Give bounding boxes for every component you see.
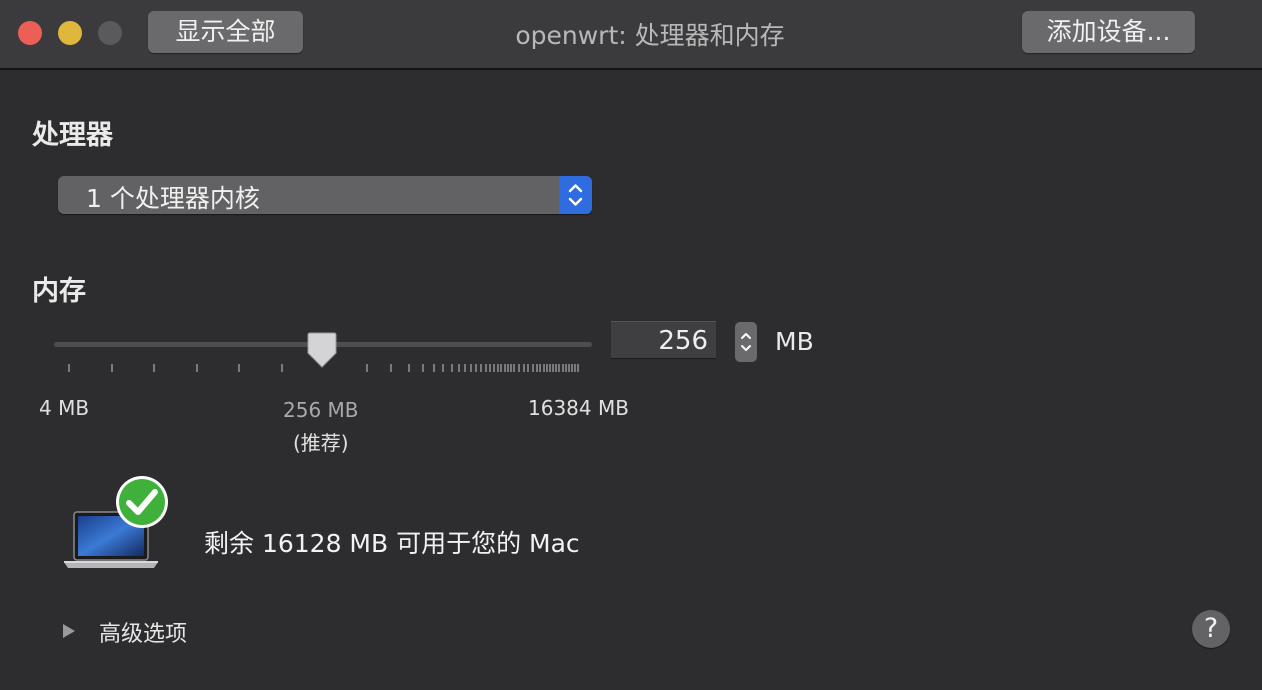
processor-core-select[interactable]: 1 个处理器内核 — [58, 176, 592, 214]
slider-tick — [500, 364, 502, 372]
memory-unit-label: MB — [775, 327, 814, 356]
slider-tick — [408, 364, 410, 372]
slider-tick — [539, 364, 541, 372]
slider-tick — [458, 364, 460, 372]
processor-core-value: 1 个处理器内核 — [86, 184, 260, 213]
slider-tick — [558, 364, 560, 372]
slider-tick — [549, 364, 551, 372]
slider-tick — [485, 364, 487, 372]
zoom-icon[interactable] — [98, 21, 122, 45]
slider-tick — [568, 364, 570, 372]
slider-tick — [536, 364, 538, 372]
slider-tick — [366, 364, 368, 372]
slider-min-label: 4 MB — [39, 396, 90, 420]
slider-tick — [555, 364, 557, 372]
help-button[interactable]: ? — [1192, 610, 1230, 648]
slider-tick — [574, 364, 576, 372]
slider-tick — [470, 364, 472, 372]
advanced-options-toggle[interactable]: 高级选项 — [62, 616, 187, 648]
advanced-options-label: 高级选项 — [99, 622, 188, 647]
slider-tick — [543, 364, 545, 372]
slider-tick — [552, 364, 554, 372]
window-title: openwrt: 处理器和内存 — [515, 21, 785, 50]
laptop-icon — [62, 474, 172, 578]
slider-tick — [577, 364, 579, 372]
slider-thumb-icon[interactable] — [305, 332, 339, 372]
slider-tick — [464, 364, 466, 372]
slider-tick — [532, 364, 534, 372]
slider-tick — [433, 364, 435, 372]
slider-tick — [510, 364, 512, 372]
disclosure-triangle-icon — [62, 620, 76, 645]
memory-value-field[interactable]: 256 — [611, 321, 716, 359]
title-bar: 显示全部 openwrt: 处理器和内存 添加设备... — [0, 0, 1262, 70]
slider-tick — [507, 364, 509, 372]
slider-recommended-note: (推荐) — [293, 431, 349, 455]
slider-tick — [546, 364, 548, 372]
chevron-up-down-icon — [559, 176, 592, 214]
slider-tick — [565, 364, 567, 372]
slider-tick — [489, 364, 491, 372]
checkmark-icon — [116, 476, 168, 528]
slider-recommended-label: 256 MB — [283, 398, 359, 422]
slider-tick — [493, 364, 495, 372]
slider-tick — [518, 364, 520, 372]
slider-tick — [513, 364, 515, 372]
add-device-button[interactable]: 添加设备... — [1022, 11, 1195, 53]
slider-tick — [504, 364, 506, 372]
slider-tick — [196, 364, 198, 372]
close-icon[interactable] — [18, 21, 42, 45]
slider-tick — [238, 364, 240, 372]
stepper-icon[interactable] — [735, 322, 757, 362]
slider-tick — [390, 364, 392, 372]
slider-tick — [68, 364, 70, 372]
slider-tick — [571, 364, 573, 372]
slider-tick — [523, 364, 525, 372]
slider-tick — [562, 364, 564, 372]
remaining-memory-text: 剩余 16128 MB 可用于您的 Mac — [204, 529, 580, 558]
slider-tick — [527, 364, 529, 372]
slider-tick — [422, 364, 424, 372]
show-all-button[interactable]: 显示全部 — [148, 11, 303, 53]
slider-tick — [497, 364, 499, 372]
slider-tick — [475, 364, 477, 372]
processor-heading: 处理器 — [32, 120, 113, 151]
slider-tick — [451, 364, 453, 372]
slider-tick — [153, 364, 155, 372]
memory-heading: 内存 — [32, 276, 86, 307]
minimize-icon[interactable] — [58, 21, 82, 45]
slider-max-label: 16384 MB — [528, 396, 629, 420]
slider-tick — [281, 364, 283, 372]
slider-tick — [480, 364, 482, 372]
slider-tick — [442, 364, 444, 372]
slider-tick — [111, 364, 113, 372]
